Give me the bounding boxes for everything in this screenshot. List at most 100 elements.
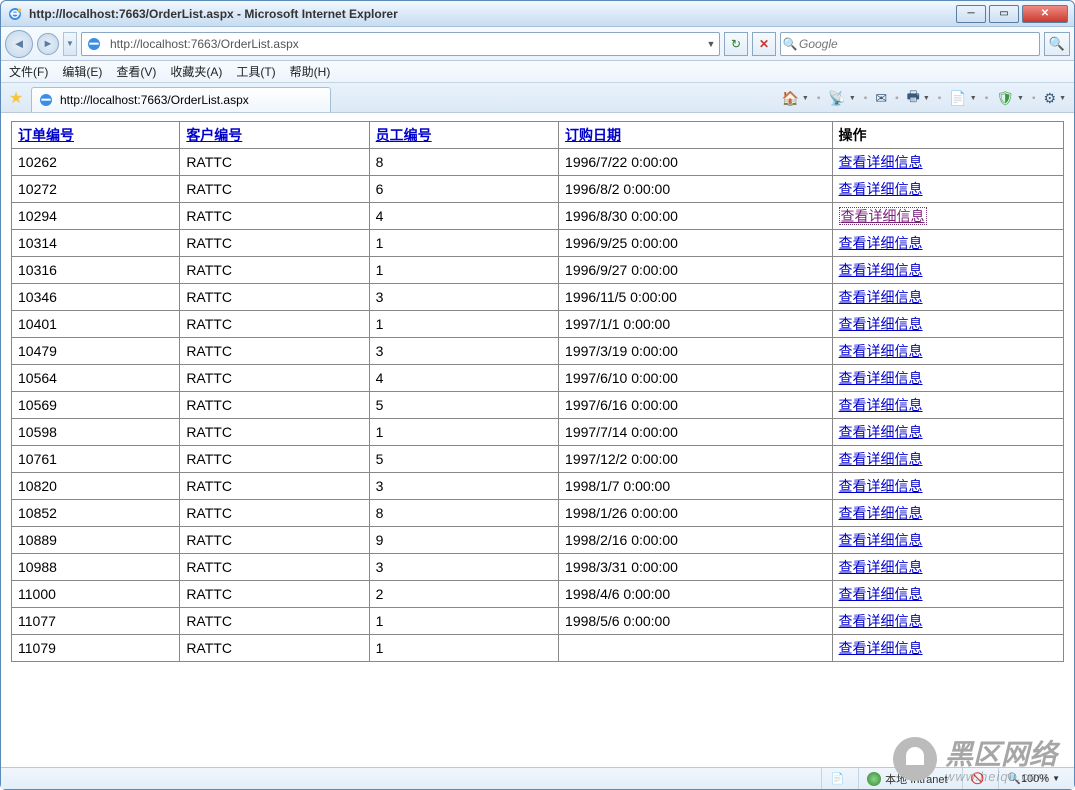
print-icon: 🖶 <box>907 86 920 110</box>
menu-favorites[interactable]: 收藏夹(A) <box>170 63 222 80</box>
cell-employee_id: 4 <box>369 203 558 230</box>
document-icon: 📄 <box>830 772 844 785</box>
zoom-icon: 🔍 <box>1007 772 1021 785</box>
cell-customer_id: RATTC <box>180 527 369 554</box>
minimize-button[interactable]: ─ <box>956 5 986 23</box>
cell-employee_id: 9 <box>369 527 558 554</box>
forward-button[interactable]: ► <box>37 33 59 55</box>
shield-off-icon: 🚫 <box>971 772 985 785</box>
cell-customer_id: RATTC <box>180 554 369 581</box>
cell-order_date <box>559 635 833 662</box>
menu-help[interactable]: 帮助(H) <box>290 63 331 80</box>
mail-button[interactable]: ✉ <box>871 87 891 109</box>
view-details-link[interactable]: 查看详细信息 <box>839 343 923 359</box>
cell-order_id: 10564 <box>12 365 180 392</box>
view-details-link[interactable]: 查看详细信息 <box>839 532 923 548</box>
back-button[interactable]: ◄ <box>5 30 33 58</box>
cell-action: 查看详细信息 <box>832 500 1063 527</box>
cell-order_id: 10598 <box>12 419 180 446</box>
menu-edit[interactable]: 编辑(E) <box>62 63 102 80</box>
cell-action: 查看详细信息 <box>832 176 1063 203</box>
menu-file[interactable]: 文件(F) <box>9 63 48 80</box>
search-input[interactable] <box>799 37 1039 51</box>
view-details-link[interactable]: 查看详细信息 <box>839 154 923 170</box>
address-bar[interactable]: ▼ <box>81 32 720 56</box>
nav-history-dropdown[interactable]: ▼ <box>63 32 77 56</box>
cell-order_date: 1997/1/1 0:00:00 <box>559 311 833 338</box>
cell-customer_id: RATTC <box>180 392 369 419</box>
browser-tab[interactable]: http://localhost:7663/OrderList.aspx <box>31 87 331 112</box>
table-row: 10852RATTC81998/1/26 0:00:00查看详细信息 <box>12 500 1064 527</box>
home-button[interactable]: 🏠▼ <box>777 87 812 109</box>
cell-order_id: 10852 <box>12 500 180 527</box>
cell-employee_id: 1 <box>369 635 558 662</box>
view-details-link[interactable]: 查看详细信息 <box>839 316 923 332</box>
view-details-link[interactable]: 查看详细信息 <box>839 289 923 305</box>
view-details-link[interactable]: 查看详细信息 <box>839 370 923 386</box>
cell-order_id: 10262 <box>12 149 180 176</box>
cell-customer_id: RATTC <box>180 500 369 527</box>
search-box[interactable]: 🔍 <box>780 32 1040 56</box>
search-go-button[interactable]: 🔍 <box>1044 32 1070 56</box>
stop-button[interactable]: ✕ <box>752 32 776 56</box>
header-customer-id[interactable]: 客户编号 <box>186 127 242 143</box>
zone-icon <box>867 772 881 786</box>
zone-label: 本地 Intranet <box>885 771 947 787</box>
status-bar: 📄 本地 Intranet 🚫 🔍 100% ▼ <box>1 767 1074 789</box>
tab-title: http://localhost:7663/OrderList.aspx <box>60 93 249 107</box>
view-details-link[interactable]: 查看详细信息 <box>839 505 923 521</box>
cell-employee_id: 3 <box>369 338 558 365</box>
separator: ▪ <box>936 93 944 104</box>
cell-employee_id: 8 <box>369 149 558 176</box>
tools-menu-button[interactable]: ⚙▼ <box>1040 87 1071 109</box>
cell-employee_id: 1 <box>369 419 558 446</box>
header-order-id[interactable]: 订单编号 <box>18 127 74 143</box>
cell-employee_id: 4 <box>369 365 558 392</box>
favorites-star-icon[interactable]: ★ <box>5 87 27 109</box>
header-order-date[interactable]: 订购日期 <box>565 127 621 143</box>
table-row: 11000RATTC21998/4/6 0:00:00查看详细信息 <box>12 581 1064 608</box>
cell-employee_id: 1 <box>369 311 558 338</box>
cell-action: 查看详细信息 <box>832 338 1063 365</box>
cell-customer_id: RATTC <box>180 230 369 257</box>
refresh-button[interactable]: ↻ <box>724 32 748 56</box>
safety-button[interactable]: 🛡▼ <box>992 87 1028 109</box>
table-row: 10988RATTC31998/3/31 0:00:00查看详细信息 <box>12 554 1064 581</box>
cell-order_date: 1996/8/2 0:00:00 <box>559 176 833 203</box>
search-provider-icon: 🔍 <box>781 37 799 51</box>
status-zone: 本地 Intranet <box>858 768 955 789</box>
status-zoom[interactable]: 🔍 100% ▼ <box>998 768 1068 789</box>
home-icon: 🏠 <box>781 90 798 107</box>
view-details-link[interactable]: 查看详细信息 <box>839 640 923 656</box>
separator: ▪ <box>815 93 823 104</box>
view-details-link[interactable]: 查看详细信息 <box>839 451 923 467</box>
menu-tools[interactable]: 工具(T) <box>236 63 275 80</box>
menu-view[interactable]: 查看(V) <box>116 63 156 80</box>
feeds-button[interactable]: 📡▼ <box>824 87 859 109</box>
view-details-link[interactable]: 查看详细信息 <box>839 424 923 440</box>
view-details-link[interactable]: 查看详细信息 <box>839 262 923 278</box>
view-details-link[interactable]: 查看详细信息 <box>839 207 927 225</box>
address-dropdown-icon[interactable]: ▼ <box>703 39 719 49</box>
view-details-link[interactable]: 查看详细信息 <box>839 613 923 629</box>
view-details-link[interactable]: 查看详细信息 <box>839 586 923 602</box>
view-details-link[interactable]: 查看详细信息 <box>839 478 923 494</box>
view-details-link[interactable]: 查看详细信息 <box>839 235 923 251</box>
print-button[interactable]: 🖶▼ <box>903 87 934 109</box>
maximize-button[interactable]: ▭ <box>989 5 1019 23</box>
cell-employee_id: 1 <box>369 608 558 635</box>
header-actions: 操作 <box>832 122 1063 149</box>
view-details-link[interactable]: 查看详细信息 <box>839 559 923 575</box>
header-employee-id[interactable]: 员工编号 <box>376 127 432 143</box>
page-menu-button[interactable]: 📄▼ <box>945 87 980 109</box>
view-details-link[interactable]: 查看详细信息 <box>839 181 923 197</box>
view-details-link[interactable]: 查看详细信息 <box>839 397 923 413</box>
cell-order_date: 1998/3/31 0:00:00 <box>559 554 833 581</box>
cell-action: 查看详细信息 <box>832 230 1063 257</box>
page-icon <box>86 36 102 52</box>
cell-action: 查看详细信息 <box>832 608 1063 635</box>
cell-order_date: 1996/11/5 0:00:00 <box>559 284 833 311</box>
address-input[interactable] <box>106 37 703 51</box>
close-button[interactable]: ✕ <box>1022 5 1068 23</box>
cell-employee_id: 8 <box>369 500 558 527</box>
